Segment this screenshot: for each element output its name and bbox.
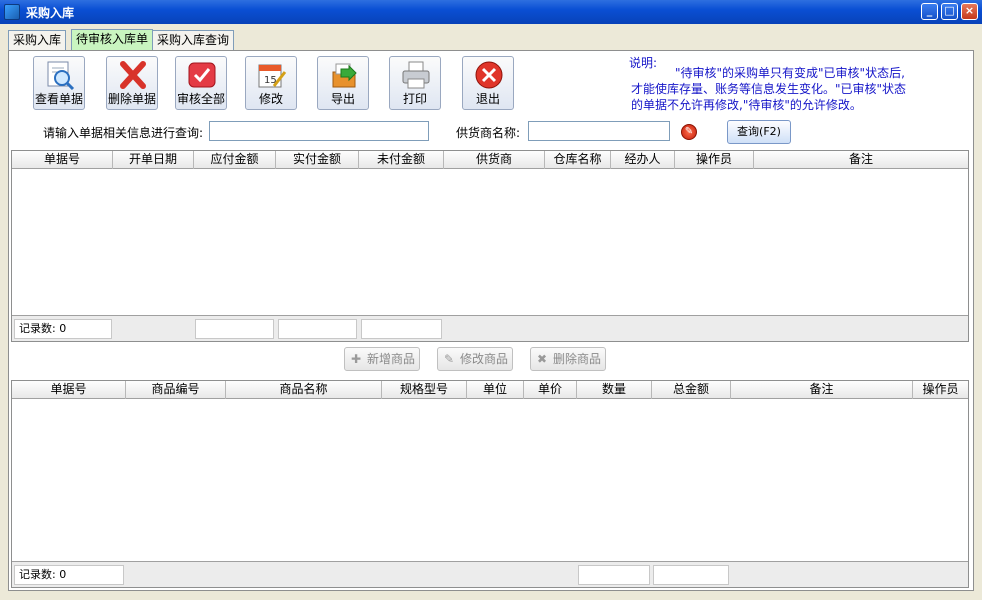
exit-label: 退出 — [475, 92, 500, 106]
window-title: 采购入库 — [26, 6, 75, 20]
unpaid-total-cell — [361, 319, 442, 339]
app-icon — [4, 4, 20, 20]
col-unpaid[interactable]: 未付金额 — [359, 151, 444, 169]
note-line-1: "待审核"的采购单只有变成"已审核"状态后, — [675, 66, 905, 80]
tab-pending-review[interactable]: 待审核入库单 — [71, 29, 154, 50]
record-count: 记录数: 0 — [14, 319, 112, 339]
col-operator[interactable]: 操作员 — [675, 151, 754, 169]
magnifier-document-icon — [47, 61, 75, 90]
products-grid-header: 单据号 商品编号 商品名称 规格型号 单位 单价 数量 总金额 备注 操作员 — [12, 381, 968, 399]
main-panel: 查看单据 删除单据 审核全部 15 修改 导出 打印 退出 说明: "待审核"的… — [8, 50, 974, 591]
query-button[interactable]: 查询(F2) — [727, 120, 791, 144]
export-button[interactable]: 导出 — [317, 56, 369, 110]
exit-button[interactable]: 退出 — [462, 56, 514, 110]
paid-total-cell — [278, 319, 357, 339]
col-p-unit[interactable]: 单位 — [467, 381, 524, 399]
add-product-label: 新增商品 — [367, 352, 416, 366]
delete-product-button[interactable]: ✖ 删除商品 — [530, 347, 607, 371]
products-grid-footer: 记录数: 0 — [12, 561, 968, 587]
export-box-icon — [332, 63, 357, 88]
col-p-total[interactable]: 总金额 — [652, 381, 731, 399]
col-supplier[interactable]: 供货商 — [444, 151, 545, 169]
maximize-button[interactable]: □ — [941, 3, 958, 20]
approve-all-label: 审核全部 — [176, 92, 225, 106]
edit-product-icon: ✎ — [443, 352, 455, 366]
delete-document-label: 删除单据 — [107, 92, 156, 106]
products-grid: 单据号 商品编号 商品名称 规格型号 单位 单价 数量 总金额 备注 操作员 记… — [11, 380, 969, 588]
title-bar: 采购入库 _ □ × — [0, 0, 982, 24]
checkmark-icon — [188, 62, 216, 88]
supplier-input[interactable] — [528, 121, 670, 141]
col-handler[interactable]: 经办人 — [611, 151, 675, 169]
note-line-3: 的单据不允许再修改,"待审核"的允许修改。 — [631, 98, 862, 112]
col-p-doc-no[interactable]: 单据号 — [12, 381, 126, 399]
query-label: 请输入单据相关信息进行查询: — [43, 126, 204, 140]
printer-icon — [402, 61, 430, 89]
view-document-button[interactable]: 查看单据 — [33, 56, 85, 110]
col-remark[interactable]: 备注 — [754, 151, 968, 169]
tab-purchase-query[interactable]: 采购入库查询 — [152, 30, 235, 50]
export-label: 导出 — [330, 92, 355, 106]
amount-total-cell — [653, 565, 729, 585]
calendar-edit-icon: 15 — [258, 64, 287, 88]
note-line-2: 才能使库存量、账务等信息发生变化。"已审核"状态 — [631, 82, 907, 96]
tab-purchase-in[interactable]: 采购入库 — [8, 30, 67, 50]
delete-document-button[interactable]: 删除单据 — [106, 56, 158, 110]
supplier-label: 供货商名称: — [456, 126, 521, 140]
add-product-button[interactable]: ✚ 新增商品 — [344, 347, 421, 371]
print-button[interactable]: 打印 — [389, 56, 441, 110]
edit-product-label: 修改商品 — [460, 352, 509, 366]
documents-grid: 单据号 开单日期 应付金额 实付金额 未付金额 供货商 仓库名称 经办人 操作员… — [11, 150, 969, 342]
col-p-price[interactable]: 单价 — [524, 381, 577, 399]
minimize-button[interactable]: _ — [921, 3, 938, 20]
delete-x-icon — [120, 61, 146, 89]
col-p-remark[interactable]: 备注 — [731, 381, 913, 399]
query-input[interactable] — [209, 121, 429, 141]
payable-total-cell — [195, 319, 274, 339]
col-payable[interactable]: 应付金额 — [194, 151, 276, 169]
delete-product-label: 删除商品 — [553, 352, 602, 366]
col-p-code[interactable]: 商品编号 — [126, 381, 226, 399]
view-document-label: 查看单据 — [34, 92, 83, 106]
edit-product-button[interactable]: ✎ 修改商品 — [437, 347, 514, 371]
col-paid[interactable]: 实付金额 — [276, 151, 359, 169]
edit-label: 修改 — [258, 92, 283, 106]
add-product-icon: ✚ — [350, 352, 362, 366]
close-button[interactable]: × — [961, 3, 978, 20]
col-p-operator[interactable]: 操作员 — [913, 381, 968, 399]
col-doc-no[interactable]: 单据号 — [12, 151, 113, 169]
product-record-count: 记录数: 0 — [14, 565, 124, 585]
edit-button[interactable]: 15 修改 — [245, 56, 297, 110]
col-warehouse[interactable]: 仓库名称 — [545, 151, 611, 169]
col-p-qty[interactable]: 数量 — [577, 381, 652, 399]
supplier-search-icon[interactable]: ✎ — [681, 124, 697, 140]
note-title: 说明: — [629, 56, 658, 70]
approve-all-button[interactable]: 审核全部 — [175, 56, 227, 110]
col-p-name[interactable]: 商品名称 — [226, 381, 382, 399]
documents-grid-header: 单据号 开单日期 应付金额 实付金额 未付金额 供货商 仓库名称 经办人 操作员… — [12, 151, 968, 169]
qty-total-cell — [578, 565, 650, 585]
col-p-spec[interactable]: 规格型号 — [382, 381, 467, 399]
col-open-date[interactable]: 开单日期 — [113, 151, 194, 169]
documents-grid-footer: 记录数: 0 — [12, 315, 968, 341]
exit-circle-icon — [475, 61, 503, 89]
print-label: 打印 — [402, 92, 427, 106]
delete-product-icon: ✖ — [536, 352, 548, 366]
